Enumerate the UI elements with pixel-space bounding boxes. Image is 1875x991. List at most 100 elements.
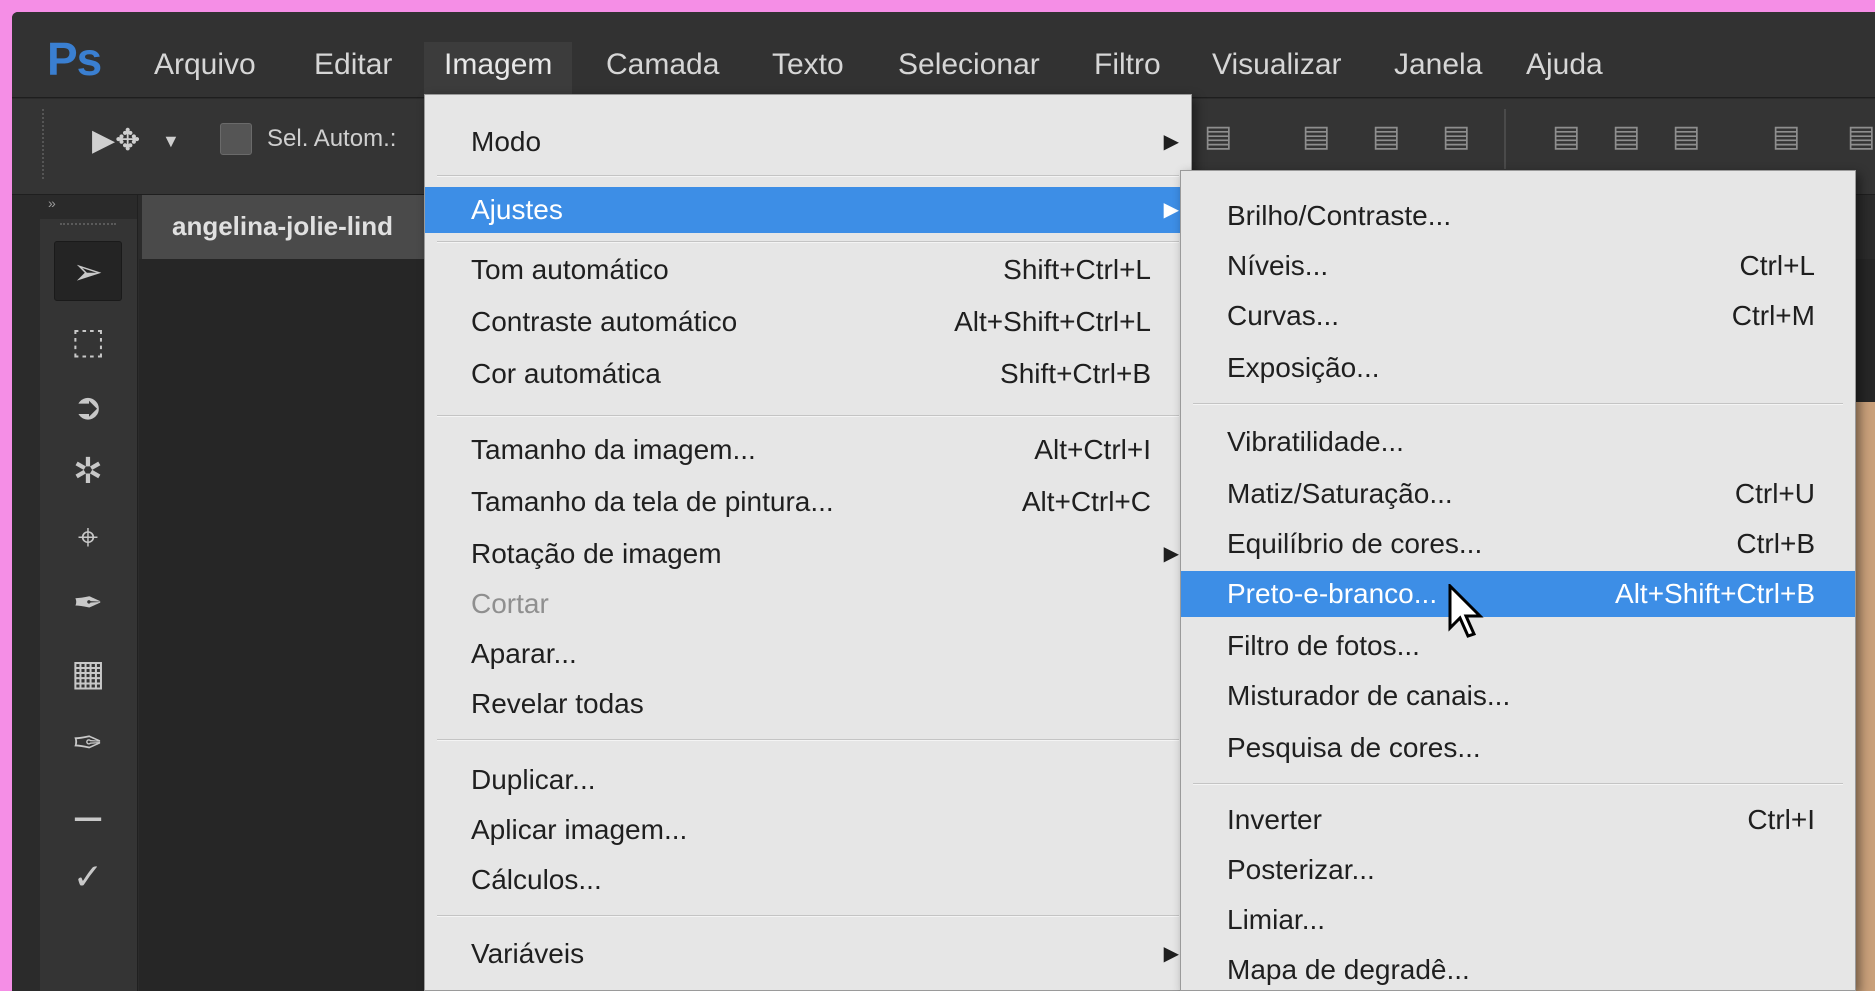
menu-item-aplicar-imagem[interactable]: Aplicar imagem...: [425, 807, 1191, 853]
menu-item-label: Aparar...: [471, 638, 577, 669]
menu-item-tamanho-tela[interactable]: Tamanho da tela de pintura... Alt+Ctrl+C: [425, 479, 1191, 525]
clone-stamp-tool-icon[interactable]: ⚊: [54, 779, 122, 839]
menu-janela[interactable]: Janela: [1394, 48, 1482, 82]
menu-item-posterizar[interactable]: Posterizar...: [1181, 847, 1855, 893]
menu-imagem[interactable]: Imagem: [424, 42, 573, 100]
menu-separator: [437, 415, 1179, 417]
menu-item-equilibrio-cores[interactable]: Equilíbrio de cores... Ctrl+B: [1181, 521, 1855, 567]
menu-ajuda[interactable]: Ajuda: [1526, 48, 1603, 82]
menu-separator: [1193, 783, 1843, 785]
menu-item-label: Ajustes: [471, 194, 563, 225]
menu-texto[interactable]: Texto: [772, 48, 844, 82]
distribute-left-icon[interactable]: ▤: [1772, 119, 1800, 154]
menu-item-modo[interactable]: Modo ▶: [425, 119, 1191, 165]
menu-item-rotacao-imagem[interactable]: Rotação de imagem ▶: [425, 531, 1191, 577]
menu-item-label: Aplicar imagem...: [471, 814, 688, 845]
menu-item-niveis[interactable]: Níveis... Ctrl+L: [1181, 243, 1855, 289]
menu-separator: [1193, 403, 1843, 405]
auto-select-checkbox[interactable]: [220, 123, 252, 155]
menu-item-matiz-saturacao[interactable]: Matiz/Saturação... Ctrl+U: [1181, 471, 1855, 517]
menu-item-label: Cálculos...: [471, 864, 602, 895]
menu-item-cor-automatica[interactable]: Cor automática Shift+Ctrl+B: [425, 351, 1191, 397]
menu-item-brilho-contraste[interactable]: Brilho/Contraste...: [1181, 193, 1855, 239]
menu-item-misturador-canais[interactable]: Misturador de canais...: [1181, 673, 1855, 719]
menu-item-calculos[interactable]: Cálculos...: [425, 857, 1191, 903]
menu-editar[interactable]: Editar: [314, 48, 392, 82]
brush-tool-icon[interactable]: ✑: [54, 713, 122, 773]
menu-item-label: Preto-e-branco...: [1227, 578, 1438, 609]
magic-wand-tool-icon[interactable]: ✲: [54, 441, 122, 501]
align-bottom-edges-icon[interactable]: ▤: [1442, 119, 1470, 154]
menu-item-label: Exposição...: [1227, 352, 1380, 383]
menu-item-label: Brilho/Contraste...: [1227, 200, 1452, 231]
distribute-center-h-icon[interactable]: ▤: [1847, 119, 1875, 154]
adjustments-submenu: Brilho/Contraste... Níveis... Ctrl+L Cur…: [1180, 170, 1856, 991]
menu-item-inverter[interactable]: Inverter Ctrl+I: [1181, 797, 1855, 843]
distribute-top-icon[interactable]: ▤: [1552, 119, 1580, 154]
collapse-panel-icon[interactable]: »: [40, 195, 137, 219]
menu-filtro[interactable]: Filtro: [1094, 48, 1161, 82]
menu-item-curvas[interactable]: Curvas... Ctrl+M: [1181, 293, 1855, 339]
menu-item-shortcut: Ctrl+I: [1747, 804, 1815, 835]
lasso-tool-icon[interactable]: ➲: [54, 377, 122, 437]
history-brush-tool-icon[interactable]: ✓: [54, 847, 122, 907]
menu-item-shortcut: Ctrl+L: [1739, 250, 1815, 281]
distribute-center-icon[interactable]: ▤: [1612, 119, 1640, 154]
menu-item-ajustes[interactable]: Ajustes ▶: [425, 187, 1191, 233]
align-vertical-centers-icon[interactable]: ▤: [1372, 119, 1400, 154]
submenu-arrow-icon: ▶: [1163, 543, 1179, 565]
menu-item-shortcut: Alt+Ctrl+I: [1034, 434, 1151, 465]
menu-item-label: Misturador de canais...: [1227, 680, 1511, 711]
distribute-bottom-icon[interactable]: ▤: [1672, 119, 1700, 154]
menu-item-pesquisa-cores[interactable]: Pesquisa de cores...: [1181, 725, 1855, 771]
menu-arquivo[interactable]: Arquivo: [154, 48, 256, 82]
menu-item-revelar-todas[interactable]: Revelar todas: [425, 681, 1191, 727]
menu-item-shortcut: Ctrl+M: [1731, 300, 1815, 331]
submenu-arrow-icon: ▶: [1163, 131, 1179, 153]
menu-item-shortcut: Ctrl+B: [1736, 528, 1815, 559]
eyedropper-tool-icon[interactable]: ✒: [54, 573, 122, 633]
menu-separator: [437, 915, 1179, 917]
align-left-edges-icon[interactable]: ▤: [1204, 119, 1232, 154]
menu-selecionar[interactable]: Selecionar: [898, 48, 1040, 82]
options-grip[interactable]: [42, 109, 48, 179]
menu-item-vibratilidade[interactable]: Vibratilidade...: [1181, 419, 1855, 465]
crop-tool-icon[interactable]: ⌖: [54, 507, 122, 567]
tools-panel: » ➢ ⬚ ➲ ✲ ⌖ ✒ ▦ ✑ ⚊ ✓: [40, 195, 138, 991]
marquee-tool-icon[interactable]: ⬚: [54, 311, 122, 371]
menu-item-label: Inverter: [1227, 804, 1322, 835]
menu-item-aparar[interactable]: Aparar...: [425, 631, 1191, 677]
submenu-arrow-icon: ▶: [1163, 199, 1179, 221]
menu-item-filtro-fotos[interactable]: Filtro de fotos...: [1181, 623, 1855, 669]
menu-item-label: Mapa de degradê...: [1227, 954, 1470, 985]
menu-item-shortcut: Alt+Ctrl+C: [1021, 486, 1151, 517]
menu-bar: Ps Arquivo Editar Imagem Camada Texto Se…: [12, 12, 1875, 100]
menu-separator: [437, 175, 1179, 177]
photoshop-window: Ps Arquivo Editar Imagem Camada Texto Se…: [12, 12, 1875, 991]
menu-item-duplicar[interactable]: Duplicar...: [425, 757, 1191, 803]
menu-item-limiar[interactable]: Limiar...: [1181, 897, 1855, 943]
chevron-down-icon[interactable]: ▼: [162, 131, 180, 152]
menu-item-tamanho-imagem[interactable]: Tamanho da imagem... Alt+Ctrl+I: [425, 427, 1191, 473]
menu-item-preto-e-branco[interactable]: Preto-e-branco... Alt+Shift+Ctrl+B: [1181, 571, 1855, 617]
menu-item-label: Posterizar...: [1227, 854, 1375, 885]
menu-item-contraste-automatico[interactable]: Contraste automático Alt+Shift+Ctrl+L: [425, 299, 1191, 345]
menu-camada[interactable]: Camada: [606, 48, 719, 82]
submenu-arrow-icon: ▶: [1163, 943, 1179, 965]
menu-item-shortcut: Shift+Ctrl+L: [1003, 254, 1151, 285]
healing-brush-tool-icon[interactable]: ▦: [54, 643, 122, 703]
document-tab-title: angelina-jolie-lind: [172, 211, 394, 241]
move-tool-icon[interactable]: ➢: [54, 241, 122, 301]
document-tab[interactable]: angelina-jolie-lind: [142, 195, 442, 259]
menu-item-mapa-degrade[interactable]: Mapa de degradê...: [1181, 947, 1855, 991]
menu-item-label: Limiar...: [1227, 904, 1326, 935]
photoshop-logo: Ps: [47, 33, 102, 85]
image-menu: Modo ▶ Ajustes ▶ Tom automático Shift+Ct…: [424, 94, 1192, 991]
align-top-edges-icon[interactable]: ▤: [1302, 119, 1330, 154]
menu-item-variaveis[interactable]: Variáveis ▶: [425, 931, 1191, 977]
move-tool-icon[interactable]: ▶✥: [92, 123, 140, 158]
menu-item-tom-automatico[interactable]: Tom automático Shift+Ctrl+L: [425, 247, 1191, 293]
menu-visualizar[interactable]: Visualizar: [1212, 48, 1342, 82]
tools-grip[interactable]: [60, 223, 116, 229]
menu-item-exposicao[interactable]: Exposição...: [1181, 345, 1855, 391]
